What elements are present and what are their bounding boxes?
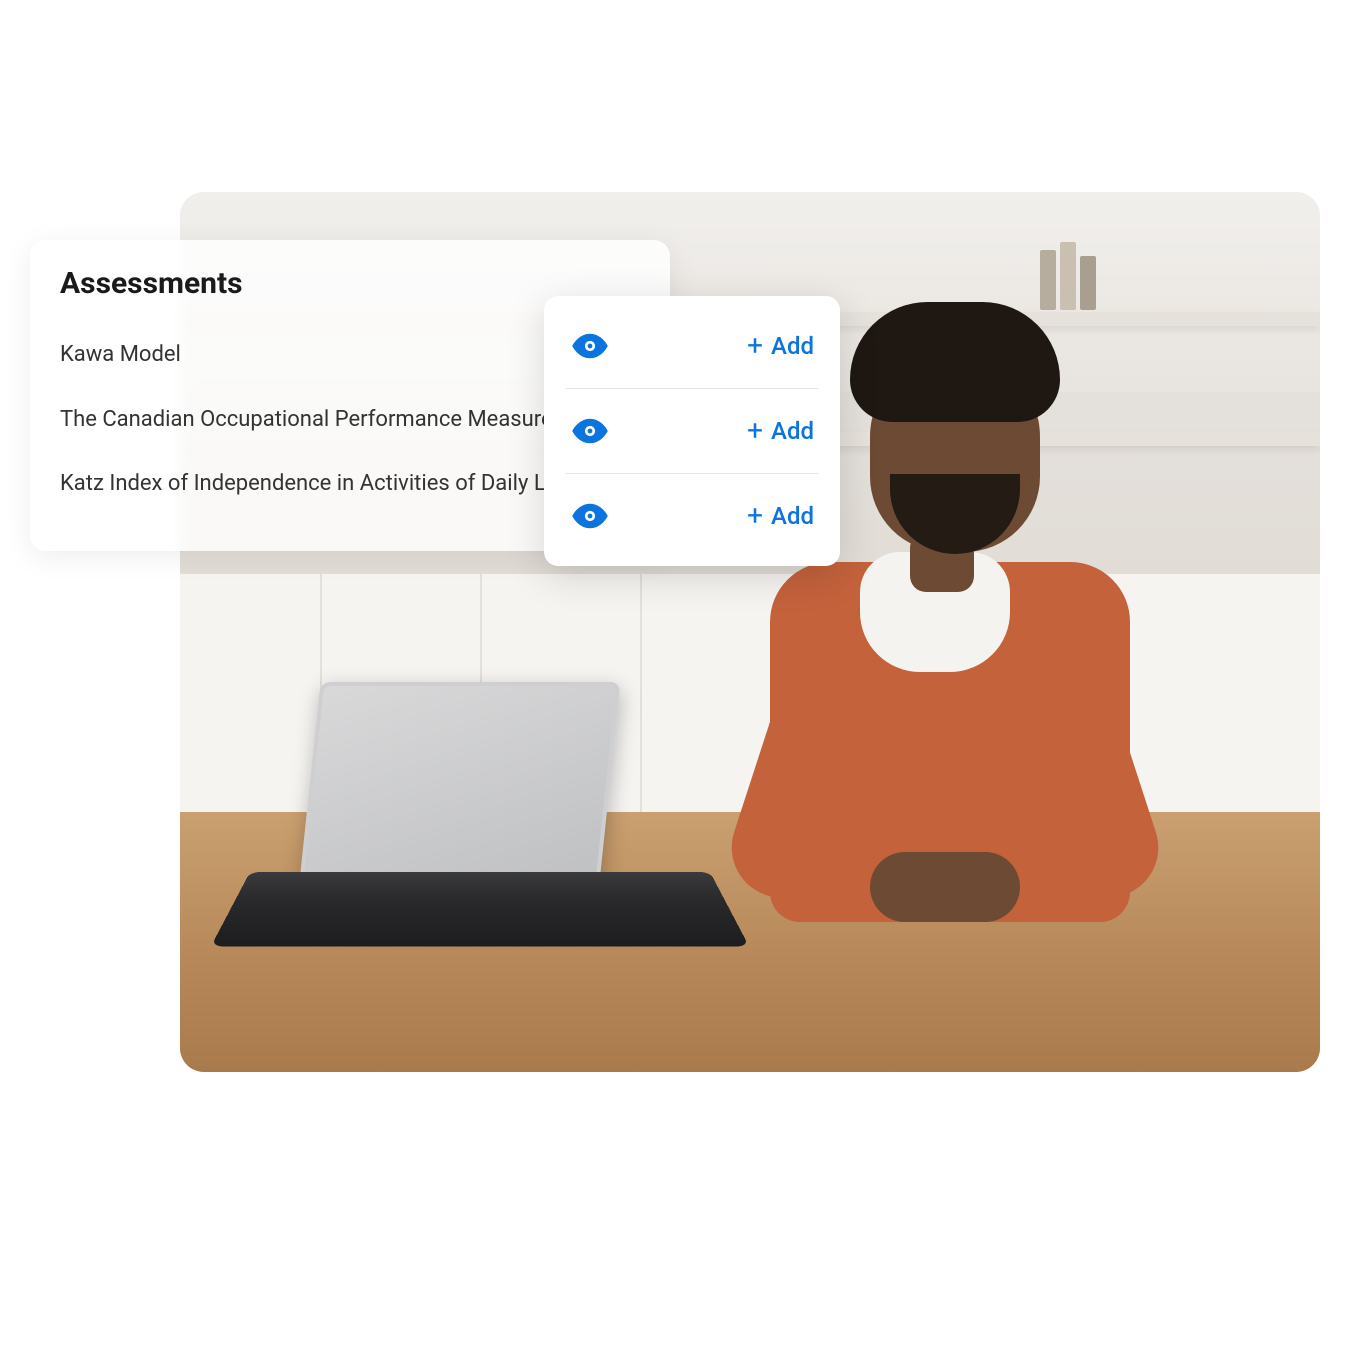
add-label: Add (771, 502, 814, 530)
add-button[interactable]: + Add (747, 332, 814, 360)
eye-icon (572, 498, 608, 534)
view-button[interactable] (570, 411, 610, 451)
assessment-action-row: + Add (566, 388, 818, 473)
laptop-illustration (250, 682, 710, 992)
add-label: Add (771, 417, 814, 445)
eye-icon (572, 328, 608, 364)
assessment-action-row: + Add (566, 473, 818, 558)
add-button[interactable]: + Add (747, 502, 814, 530)
add-button[interactable]: + Add (747, 417, 814, 445)
assessment-action-row: + Add (566, 304, 818, 388)
assessment-actions-card: + Add + Add + Add (544, 296, 840, 566)
view-button[interactable] (570, 496, 610, 536)
plus-icon: + (747, 417, 763, 445)
plus-icon: + (747, 502, 763, 530)
eye-icon (572, 413, 608, 449)
view-button[interactable] (570, 326, 610, 366)
plus-icon: + (747, 332, 763, 360)
add-label: Add (771, 332, 814, 360)
